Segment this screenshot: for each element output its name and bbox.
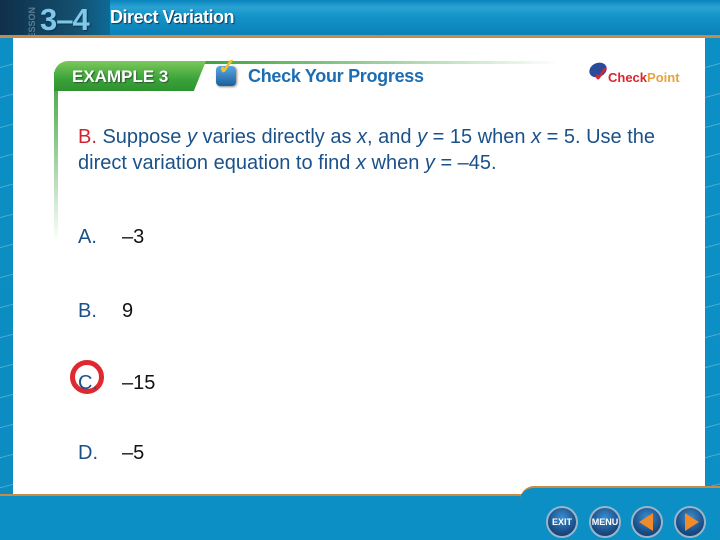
question-variable: y: [186, 126, 197, 148]
checkpoint-text: CheckPoint: [608, 71, 680, 85]
question-text-segment: when: [365, 152, 425, 174]
question-variable: y: [424, 152, 435, 174]
right-border: [705, 38, 720, 496]
question-text-segment: varies directly as: [196, 126, 358, 148]
checkpoint-logo: ✓ CheckPoint: [586, 59, 689, 87]
answer-letter: A.: [78, 226, 97, 248]
answer-value: 9: [122, 300, 134, 322]
lesson-number: 3–4: [40, 2, 90, 37]
question-text-segment: , and: [367, 126, 418, 148]
question-text-segment: = –45.: [434, 152, 497, 174]
example-frame: [54, 72, 58, 242]
next-button[interactable]: [674, 506, 706, 538]
answer-letter: B.: [78, 300, 97, 322]
answer-option-b[interactable]: B. 9: [78, 300, 133, 323]
question-text: B. Suppose y varies directly as x, and y…: [78, 124, 698, 176]
question-text-segment: = 15 when: [427, 126, 532, 148]
previous-button[interactable]: [631, 506, 663, 538]
lesson-title: Direct Variation: [110, 7, 235, 27]
previous-arrow-icon: [638, 513, 653, 531]
answer-option-a[interactable]: A. –3: [78, 226, 144, 249]
check-your-progress-label: Check Your Progress: [248, 66, 424, 86]
slide-content: [13, 38, 705, 494]
answer-letter: D.: [78, 442, 98, 464]
checkpoint-text-point: Point: [647, 70, 680, 85]
answer-letter: C.: [78, 372, 98, 394]
exit-button[interactable]: EXIT: [546, 506, 578, 538]
menu-button[interactable]: MENU: [589, 506, 621, 538]
answer-option-d[interactable]: D. –5: [78, 442, 144, 465]
question-part-label: B.: [78, 126, 97, 148]
check-mark-icon: ✓: [218, 54, 237, 79]
question-body: Suppose y varies directly as x, and y = …: [78, 126, 655, 174]
answer-value: –3: [122, 226, 145, 248]
question-text-segment: Suppose: [96, 126, 187, 148]
footer-curve: [520, 486, 720, 500]
checkpoint-text-check: Check: [608, 70, 648, 85]
next-arrow-icon: [685, 513, 699, 531]
question-variable: x: [357, 126, 368, 148]
left-border: [0, 38, 13, 496]
example-label: EXAMPLE 3: [72, 67, 169, 86]
answer-value: –15: [122, 372, 156, 394]
answer-option-c[interactable]: C. –15: [78, 372, 155, 395]
question-variable: y: [417, 126, 428, 148]
question-variable: x: [355, 152, 366, 174]
example-rule: [200, 61, 560, 64]
question-variable: x: [531, 126, 542, 148]
answer-value: –5: [122, 442, 145, 464]
